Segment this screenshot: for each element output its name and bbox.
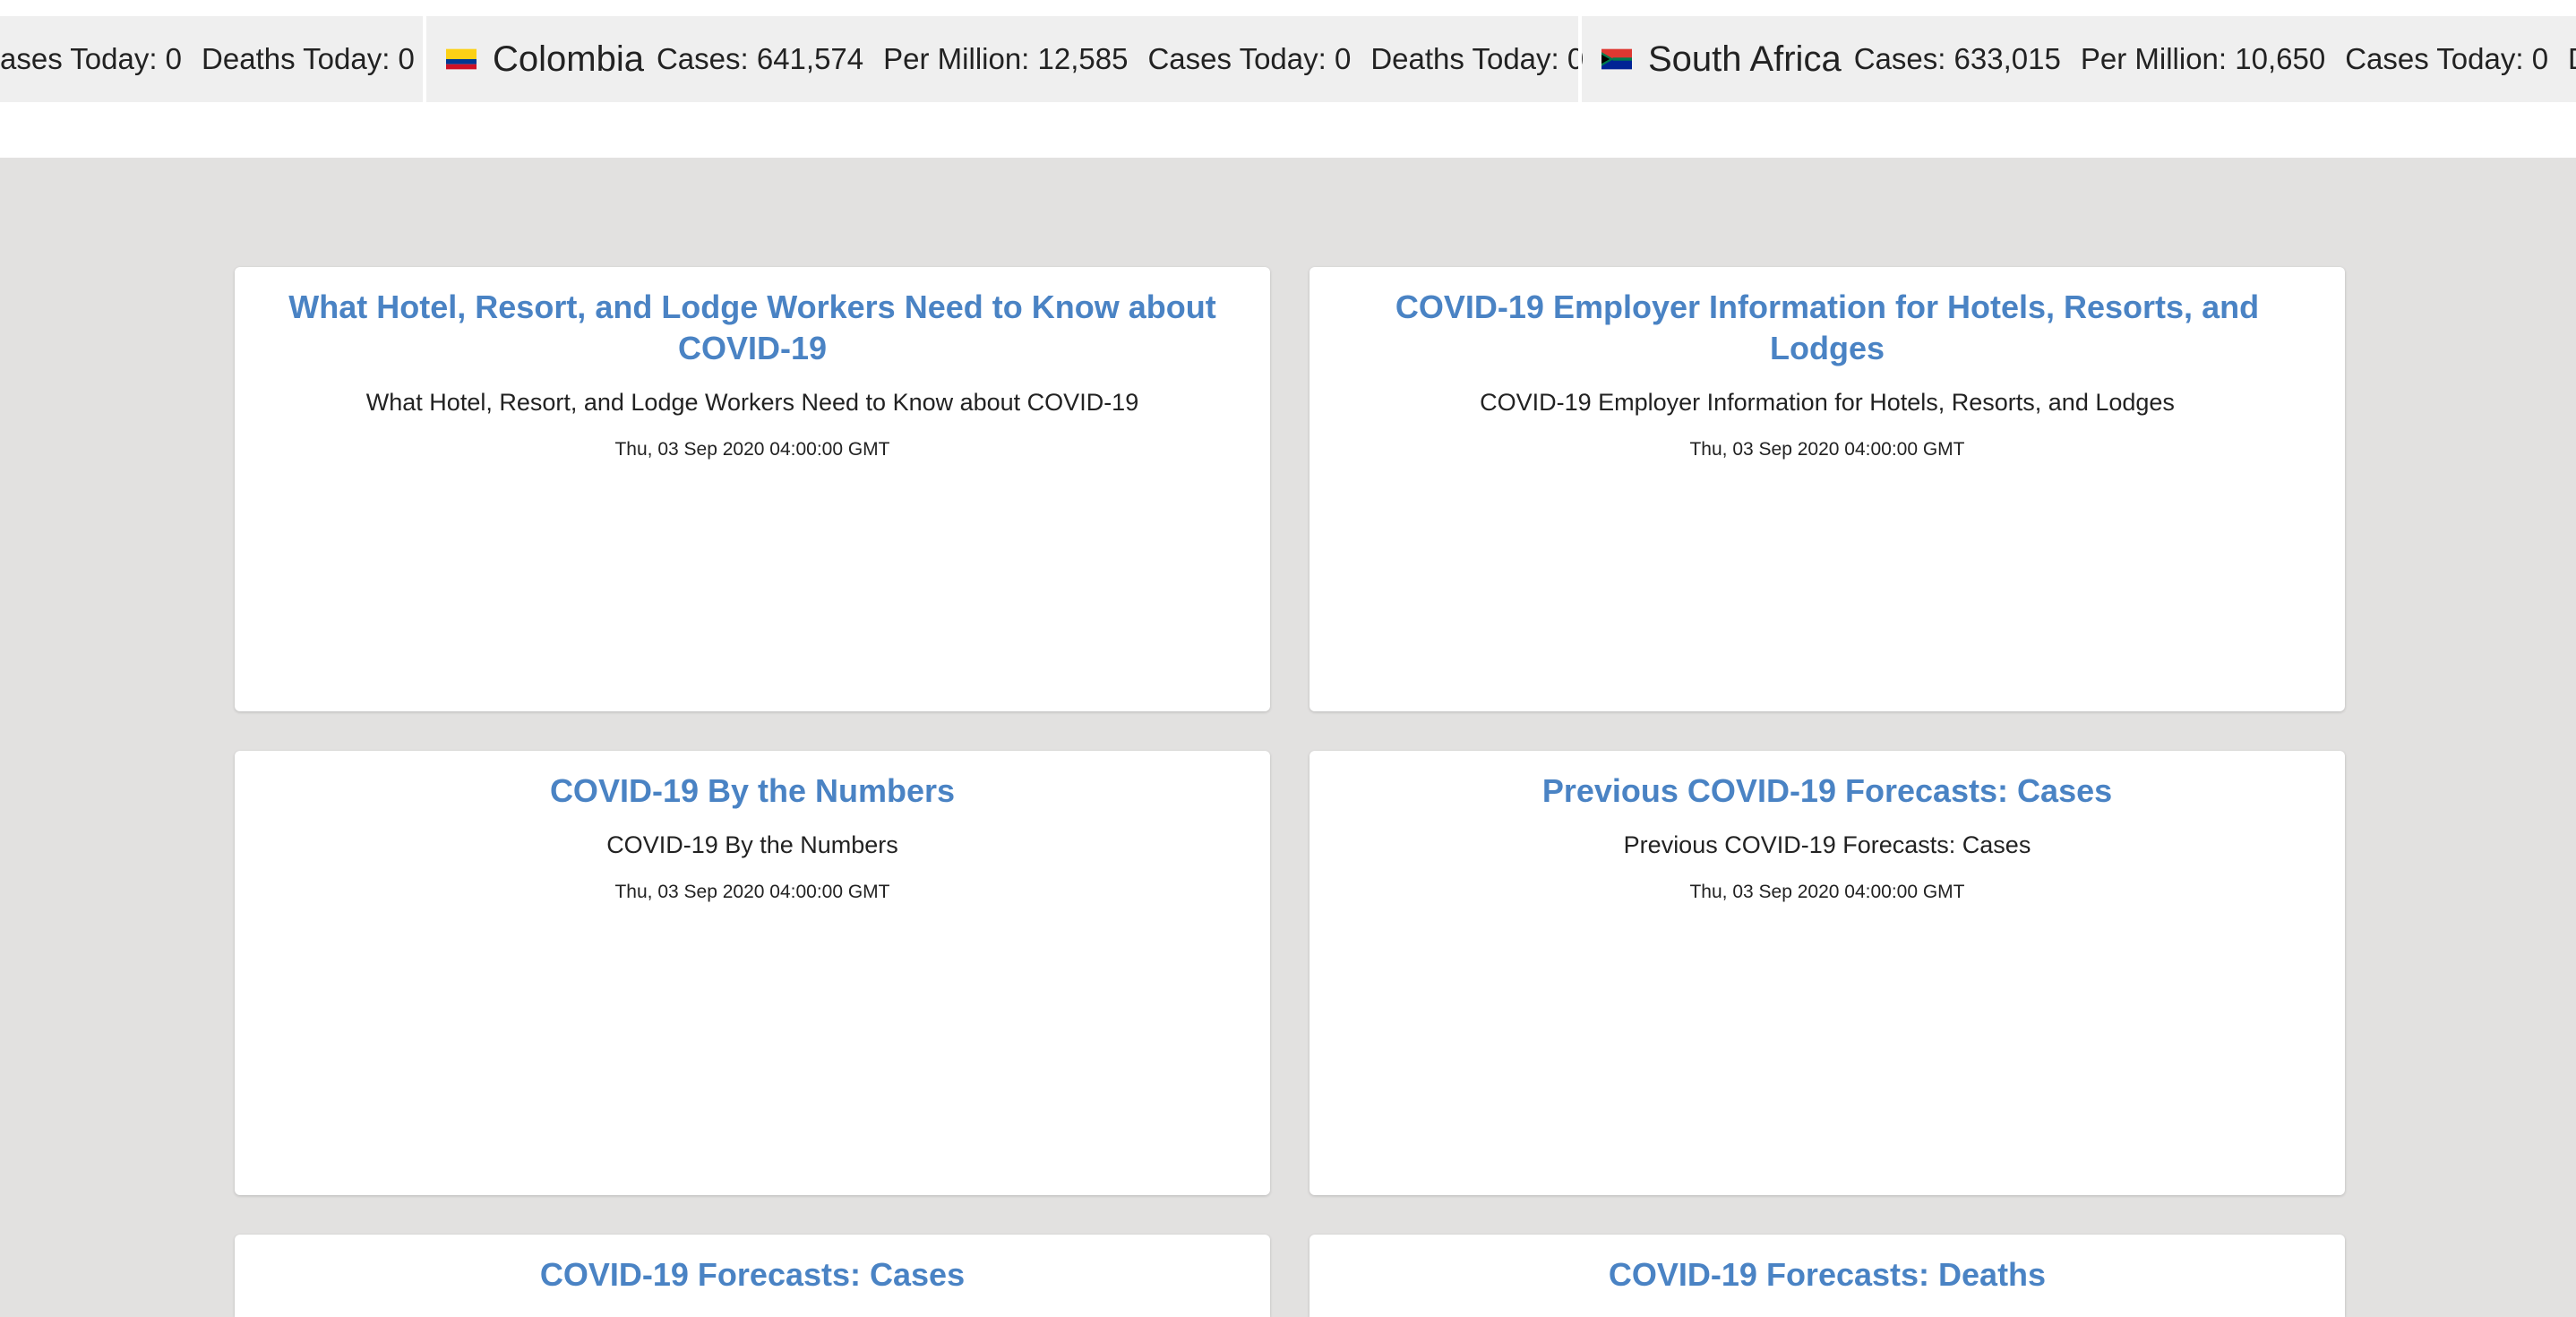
article-card: Previous COVID-19 Forecasts: Cases Previ…	[1309, 751, 2345, 1195]
article-title-link[interactable]: COVID-19 By the Numbers	[288, 770, 1216, 812]
article-title-link[interactable]: COVID-19 Forecasts: Deaths	[1363, 1254, 2291, 1295]
article-title-link[interactable]: COVID-19 Employer Information for Hotels…	[1363, 287, 2291, 369]
ticker-cases-today: Cases Today: 0	[1147, 42, 1352, 75]
ticker-deaths-truncated: De	[2568, 42, 2576, 76]
article-description: COVID-19 Employer Information for Hotels…	[1480, 389, 2175, 416]
ticker-deaths-today: Deaths Today: 0	[1370, 42, 1584, 75]
stats-ticker-bar: ases Today: 0 Deaths Today: 0 Colombia C…	[0, 0, 2576, 158]
article-description: COVID-19 By the Numbers	[606, 831, 898, 858]
article-card: COVID-19 Forecasts: Cases	[235, 1235, 1270, 1317]
article-card: COVID-19 Employer Information for Hotels…	[1309, 267, 2345, 711]
article-title-link[interactable]: COVID-19 Forecasts: Cases	[288, 1254, 1216, 1295]
article-description: Previous COVID-19 Forecasts: Cases	[1623, 831, 2031, 858]
article-date: Thu, 03 Sep 2020 04:00:00 GMT	[614, 439, 890, 460]
article-date: Thu, 03 Sep 2020 04:00:00 GMT	[614, 882, 890, 902]
ticker-country-name: South Africa	[1648, 39, 1842, 79]
ticker-country-name: Colombia	[493, 39, 644, 79]
stats-ticker: ases Today: 0 Deaths Today: 0 Colombia C…	[0, 16, 2576, 102]
article-title-link[interactable]: Previous COVID-19 Forecasts: Cases	[1363, 770, 2291, 812]
ticker-item-partial: ases Today: 0 Deaths Today: 0	[0, 16, 434, 102]
article-card: What Hotel, Resort, and Lodge Workers Ne…	[235, 267, 1270, 711]
article-date: Thu, 03 Sep 2020 04:00:00 GMT	[1689, 882, 1965, 902]
ticker-cases-today: Cases Today: 0	[2345, 42, 2549, 75]
colombia-flag-icon	[446, 48, 477, 70]
ticker-deaths-today: Deaths Today: 0	[202, 42, 415, 75]
article-card: COVID-19 By the Numbers COVID-19 By the …	[235, 751, 1270, 1195]
article-title-link[interactable]: What Hotel, Resort, and Lodge Workers Ne…	[288, 287, 1216, 369]
ticker-cases-today: ases Today: 0	[0, 42, 183, 75]
ticker-per-million: Per Million: 10,650	[2080, 42, 2326, 75]
article-description: What Hotel, Resort, and Lodge Workers Ne…	[365, 389, 1139, 416]
article-card: COVID-19 Forecasts: Deaths	[1309, 1235, 2345, 1317]
article-date: Thu, 03 Sep 2020 04:00:00 GMT	[1689, 439, 1965, 460]
ticker-cases: Cases: 633,015	[1853, 42, 2061, 75]
ticker-item-colombia: Colombia Cases: 641,574 Per Million: 12,…	[426, 16, 1603, 102]
ticker-per-million: Per Million: 12,585	[883, 42, 1129, 75]
south-africa-flag-icon	[1601, 48, 1632, 70]
ticker-item-south-africa: South Africa Cases: 633,015 Per Million:…	[1582, 16, 2576, 102]
ticker-cases: Cases: 641,574	[656, 42, 864, 75]
